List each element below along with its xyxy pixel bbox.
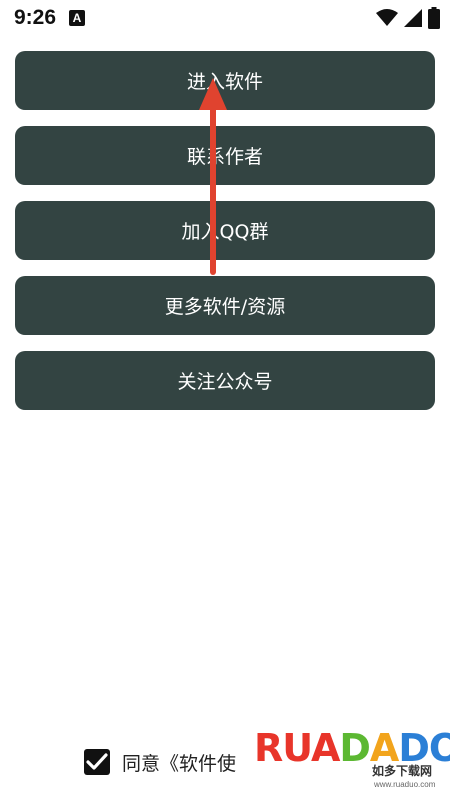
watermark-cn: 如多下载网 — [372, 764, 433, 778]
join-qq-group-label: 加入QQ群 — [181, 221, 269, 243]
check-icon — [86, 753, 108, 770]
status-icons — [376, 6, 440, 30]
watermark-logo: RUADADO 如多下载网 www.ruaduo.com — [252, 722, 450, 800]
status-time: 9:26 — [14, 6, 57, 29]
join-qq-group-button[interactable]: 加入QQ群 — [15, 201, 435, 260]
enter-software-label: 进入软件 — [186, 71, 263, 93]
wifi-icon — [376, 9, 398, 26]
follow-account-button[interactable]: 关注公众号 — [15, 351, 435, 410]
contact-author-label: 联系作者 — [186, 146, 263, 168]
signal-icon — [404, 9, 422, 27]
more-software-button[interactable]: 更多软件/资源 — [15, 276, 435, 335]
battery-icon — [428, 7, 440, 29]
watermark-url: www.ruaduo.com — [374, 780, 436, 789]
follow-account-label: 关注公众号 — [177, 371, 273, 393]
notification-icon: A — [69, 10, 85, 26]
agree-checkbox[interactable] — [84, 749, 110, 775]
contact-author-button[interactable]: 联系作者 — [15, 126, 435, 185]
agreement-row[interactable]: 同意《软件使 — [84, 746, 236, 778]
agreement-text[interactable]: 同意《软件使 — [122, 749, 236, 776]
enter-software-button[interactable]: 进入软件 — [15, 51, 435, 110]
status-bar: 9:26 A — [0, 0, 450, 36]
more-software-label: 更多软件/资源 — [164, 296, 286, 318]
